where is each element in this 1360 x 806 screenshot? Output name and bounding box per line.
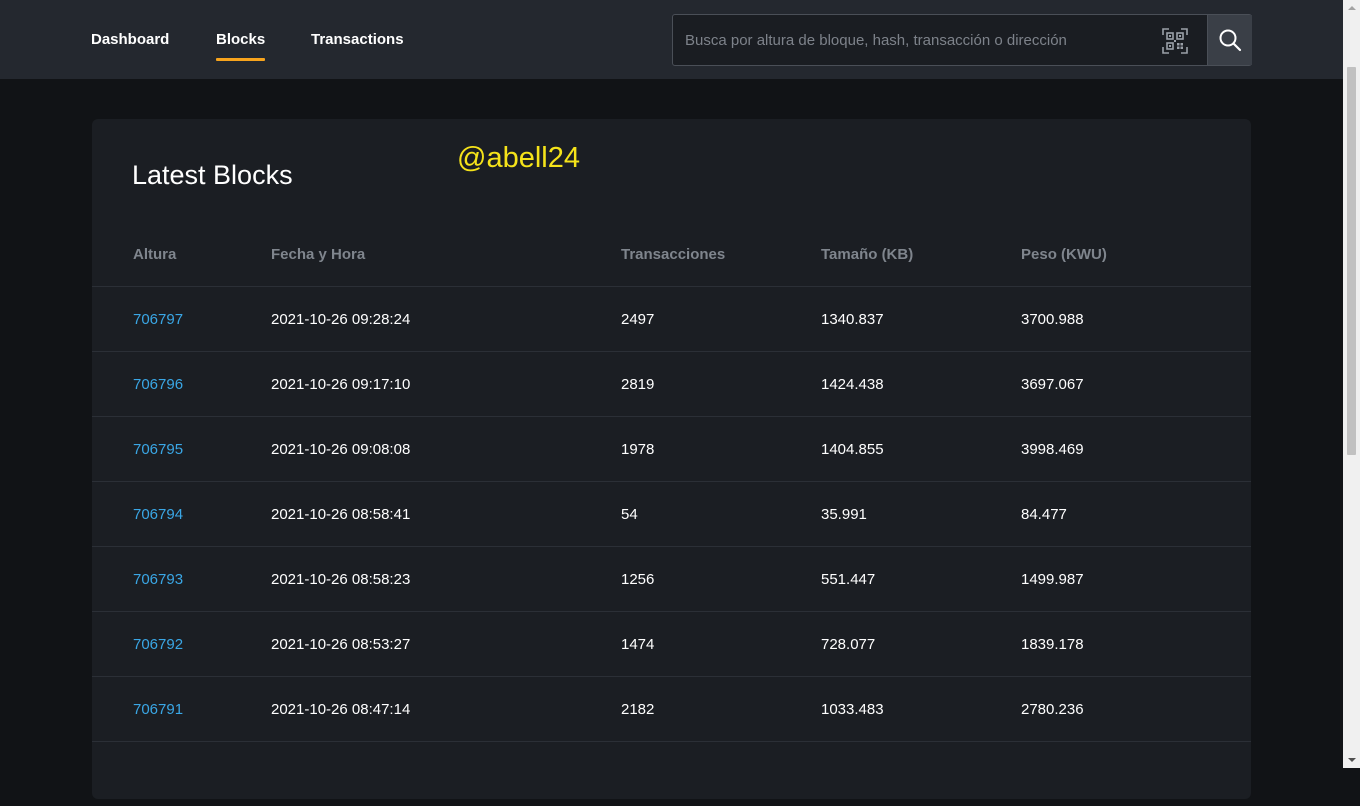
card-title: Latest Blocks — [132, 160, 293, 190]
block-weight: 3998.469 — [1021, 441, 1084, 458]
block-height-link[interactable]: 706797 — [133, 311, 183, 329]
block-weight: 1839.178 — [1021, 636, 1084, 653]
table-row: 706792 2021-10-26 08:53:27 1474 728.077 … — [92, 611, 1251, 676]
table-row: 706791 2021-10-26 08:47:14 2182 1033.483… — [92, 676, 1251, 741]
watermark-text: @abell24 — [457, 142, 580, 174]
search-icon — [1219, 29, 1242, 52]
page-scrollbar[interactable] — [1343, 0, 1360, 768]
latest-blocks-card: Latest Blocks @abell24 Altura Fecha y Ho… — [92, 119, 1251, 799]
block-transactions: 54 — [621, 506, 638, 523]
block-datetime: 2021-10-26 08:47:14 — [271, 701, 411, 718]
nav-transactions[interactable]: Transactions — [311, 31, 404, 49]
block-transactions: 1256 — [621, 571, 655, 588]
block-height-link[interactable]: 706794 — [133, 506, 183, 524]
block-transactions: 2497 — [621, 311, 655, 328]
nav-blocks[interactable]: Blocks — [216, 31, 266, 61]
block-datetime: 2021-10-26 09:28:24 — [271, 311, 411, 328]
search-input[interactable] — [673, 15, 1143, 65]
block-height-link[interactable]: 706791 — [133, 701, 183, 719]
block-height-link[interactable]: 706793 — [133, 571, 183, 589]
block-transactions: 1474 — [621, 636, 655, 653]
block-datetime: 2021-10-26 08:58:41 — [271, 506, 411, 523]
column-header-weight: Peso (KWU) — [1021, 246, 1107, 263]
block-transactions: 1978 — [621, 441, 655, 458]
block-size: 35.991 — [821, 506, 867, 523]
column-header-datetime: Fecha y Hora — [271, 246, 366, 263]
scrollbar-thumb[interactable] — [1347, 67, 1356, 455]
qr-code-icon[interactable] — [1161, 27, 1189, 55]
block-transactions: 2819 — [621, 376, 655, 393]
block-size: 1404.855 — [821, 441, 884, 458]
table-row: 706794 2021-10-26 08:58:41 54 35.991 84.… — [92, 481, 1251, 546]
table-row: 706793 2021-10-26 08:58:23 1256 551.447 … — [92, 546, 1251, 611]
block-size: 551.447 — [821, 571, 876, 588]
block-height-link[interactable]: 706796 — [133, 376, 183, 394]
search-box — [672, 14, 1252, 66]
scroll-down-arrow-icon[interactable] — [1343, 751, 1360, 768]
block-datetime: 2021-10-26 09:08:08 — [271, 441, 411, 458]
top-navbar: Dashboard Blocks Transactions — [0, 0, 1343, 79]
table-row: 706796 2021-10-26 09:17:10 2819 1424.438… — [92, 351, 1251, 416]
block-size: 1424.438 — [821, 376, 884, 393]
scroll-up-arrow-icon[interactable] — [1343, 0, 1360, 17]
table-row-divider — [92, 741, 1251, 806]
block-size: 1340.837 — [821, 311, 884, 328]
column-header-transactions: Transacciones — [621, 246, 726, 263]
block-size: 728.077 — [821, 636, 876, 653]
column-header-height: Altura — [133, 246, 177, 263]
block-weight: 84.477 — [1021, 506, 1067, 523]
block-height-link[interactable]: 706792 — [133, 636, 183, 654]
search-button[interactable] — [1207, 15, 1252, 65]
block-transactions: 2182 — [621, 701, 655, 718]
block-datetime: 2021-10-26 09:17:10 — [271, 376, 411, 393]
column-header-size: Tamaño (KB) — [821, 246, 914, 263]
block-datetime: 2021-10-26 08:53:27 — [271, 636, 411, 653]
block-weight: 3700.988 — [1021, 311, 1084, 328]
table-row: 706797 2021-10-26 09:28:24 2497 1340.837… — [92, 286, 1251, 351]
block-weight: 1499.987 — [1021, 571, 1084, 588]
block-size: 1033.483 — [821, 701, 884, 718]
block-weight: 3697.067 — [1021, 376, 1084, 393]
block-height-link[interactable]: 706795 — [133, 441, 183, 459]
block-weight: 2780.236 — [1021, 701, 1084, 718]
table-row: 706795 2021-10-26 09:08:08 1978 1404.855… — [92, 416, 1251, 481]
nav-dashboard[interactable]: Dashboard — [91, 31, 169, 49]
block-datetime: 2021-10-26 08:58:23 — [271, 571, 411, 588]
